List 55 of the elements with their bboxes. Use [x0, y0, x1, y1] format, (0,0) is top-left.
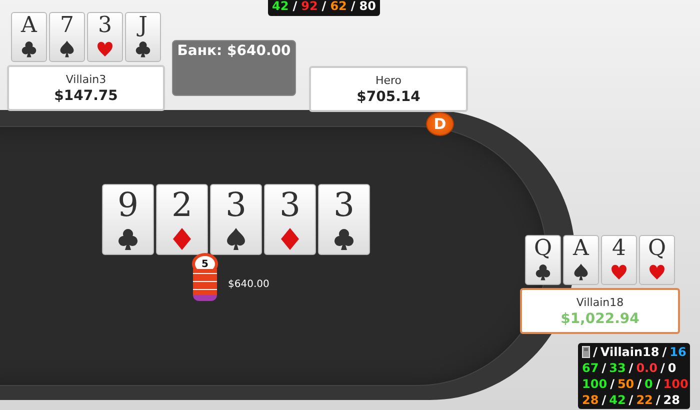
hud-stat: / [322, 0, 326, 15]
hud-stat: / [662, 344, 667, 360]
player-stack: $147.75 [54, 88, 118, 104]
hud-stat: / [602, 392, 606, 408]
hud-stat: 80 [359, 0, 376, 15]
hud-stat: / [628, 360, 634, 376]
bet-amount: $640.00 [228, 278, 270, 290]
hud-stat: 0 [644, 376, 653, 392]
playing-card: 3 [87, 12, 123, 62]
hud-stat: 16 [670, 344, 686, 360]
playing-card: 4 [601, 235, 637, 285]
playing-card: 3 [264, 184, 316, 255]
playing-card: 3 [318, 184, 370, 255]
player-name: Villain18 [576, 296, 624, 308]
hud-stat: 100 [663, 376, 688, 392]
chip-stack: 5 [192, 253, 218, 301]
hud-stat: 42 [609, 392, 626, 408]
hud-stat: / [637, 376, 642, 392]
hud-stat: 67 [582, 360, 599, 376]
hud-stat: 22 [636, 392, 653, 408]
playing-card: 3 [210, 184, 262, 255]
hud-stat: 50 [617, 376, 634, 392]
note-icon[interactable] [582, 346, 590, 358]
hud-stat: 62 [330, 0, 347, 15]
playing-card: Q [639, 235, 675, 285]
hud-stat: / [656, 376, 660, 392]
hud-stat: 28 [663, 392, 680, 408]
hud-stat: Villain18 [600, 344, 660, 360]
player-name: Villain3 [66, 72, 106, 86]
hud-stat: / [350, 0, 356, 15]
player-stack: $705.14 [356, 88, 420, 104]
hud-stat: 33 [609, 360, 626, 376]
hud-stat: / [628, 392, 634, 408]
hud-stat: / [660, 360, 665, 376]
hud-stat: / [610, 376, 614, 392]
hud-stat: 0 [668, 360, 676, 376]
playing-card: 7 [49, 12, 85, 62]
pot-label: Банк: $640.00 [177, 43, 291, 61]
hud-stat: 28 [582, 392, 599, 408]
hud-stat: / [602, 360, 606, 376]
playing-card: Q [525, 235, 561, 285]
player-stack: $1,022.94 [560, 310, 640, 326]
hud-stat: / [593, 344, 598, 360]
hud-stat: 92 [301, 0, 318, 15]
hud-stat: / [292, 0, 298, 15]
playing-card: 2 [156, 184, 208, 255]
hud-stat: 100 [582, 376, 608, 392]
hud-stat: 0.0 [636, 360, 658, 376]
playing-card: 9 [102, 184, 154, 255]
playing-card: A [563, 235, 599, 285]
hud-stat: / [656, 392, 660, 408]
playing-card: J [125, 12, 161, 62]
hud-stat: 42 [272, 0, 289, 15]
player-name: Hero [375, 74, 402, 86]
playing-card: A [11, 12, 47, 62]
